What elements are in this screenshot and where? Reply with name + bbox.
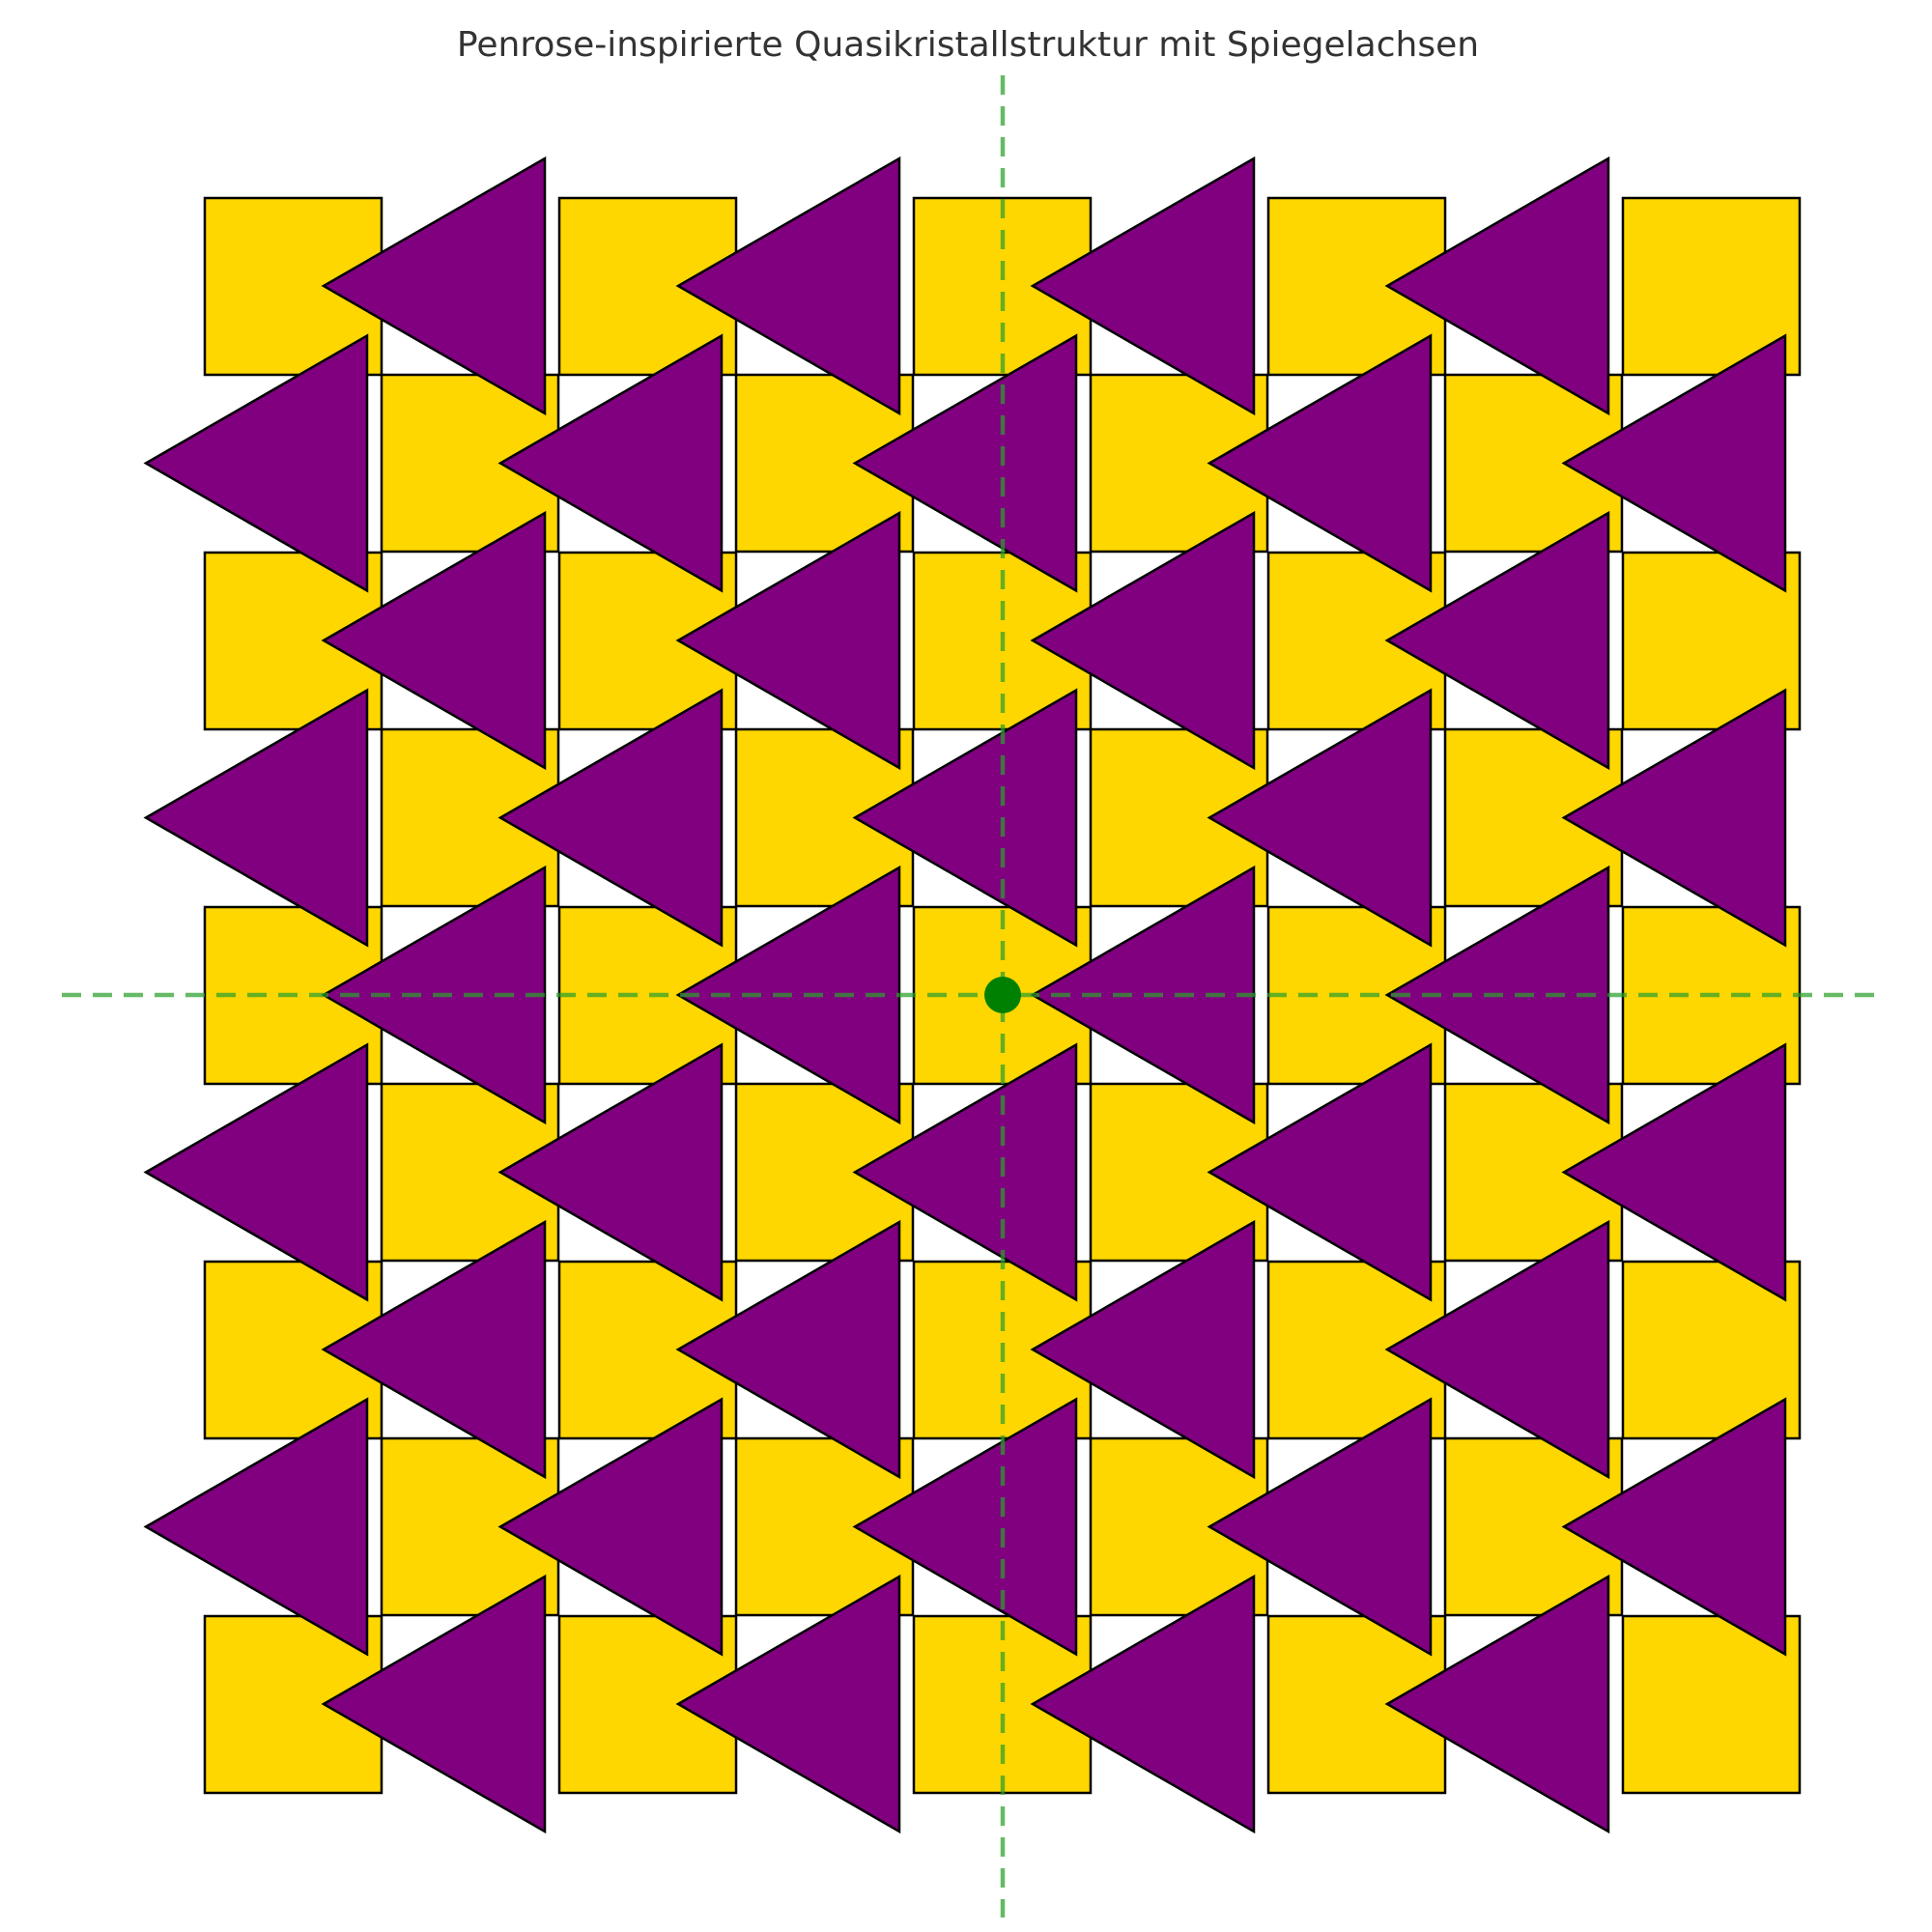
quasicrystal-figure: Penrose-inspirierte Quasikristallstruktu…	[0, 0, 1932, 1932]
figure-title: Penrose-inspirierte Quasikristallstruktu…	[457, 25, 1479, 65]
symmetry-center-point	[984, 977, 1021, 1013]
